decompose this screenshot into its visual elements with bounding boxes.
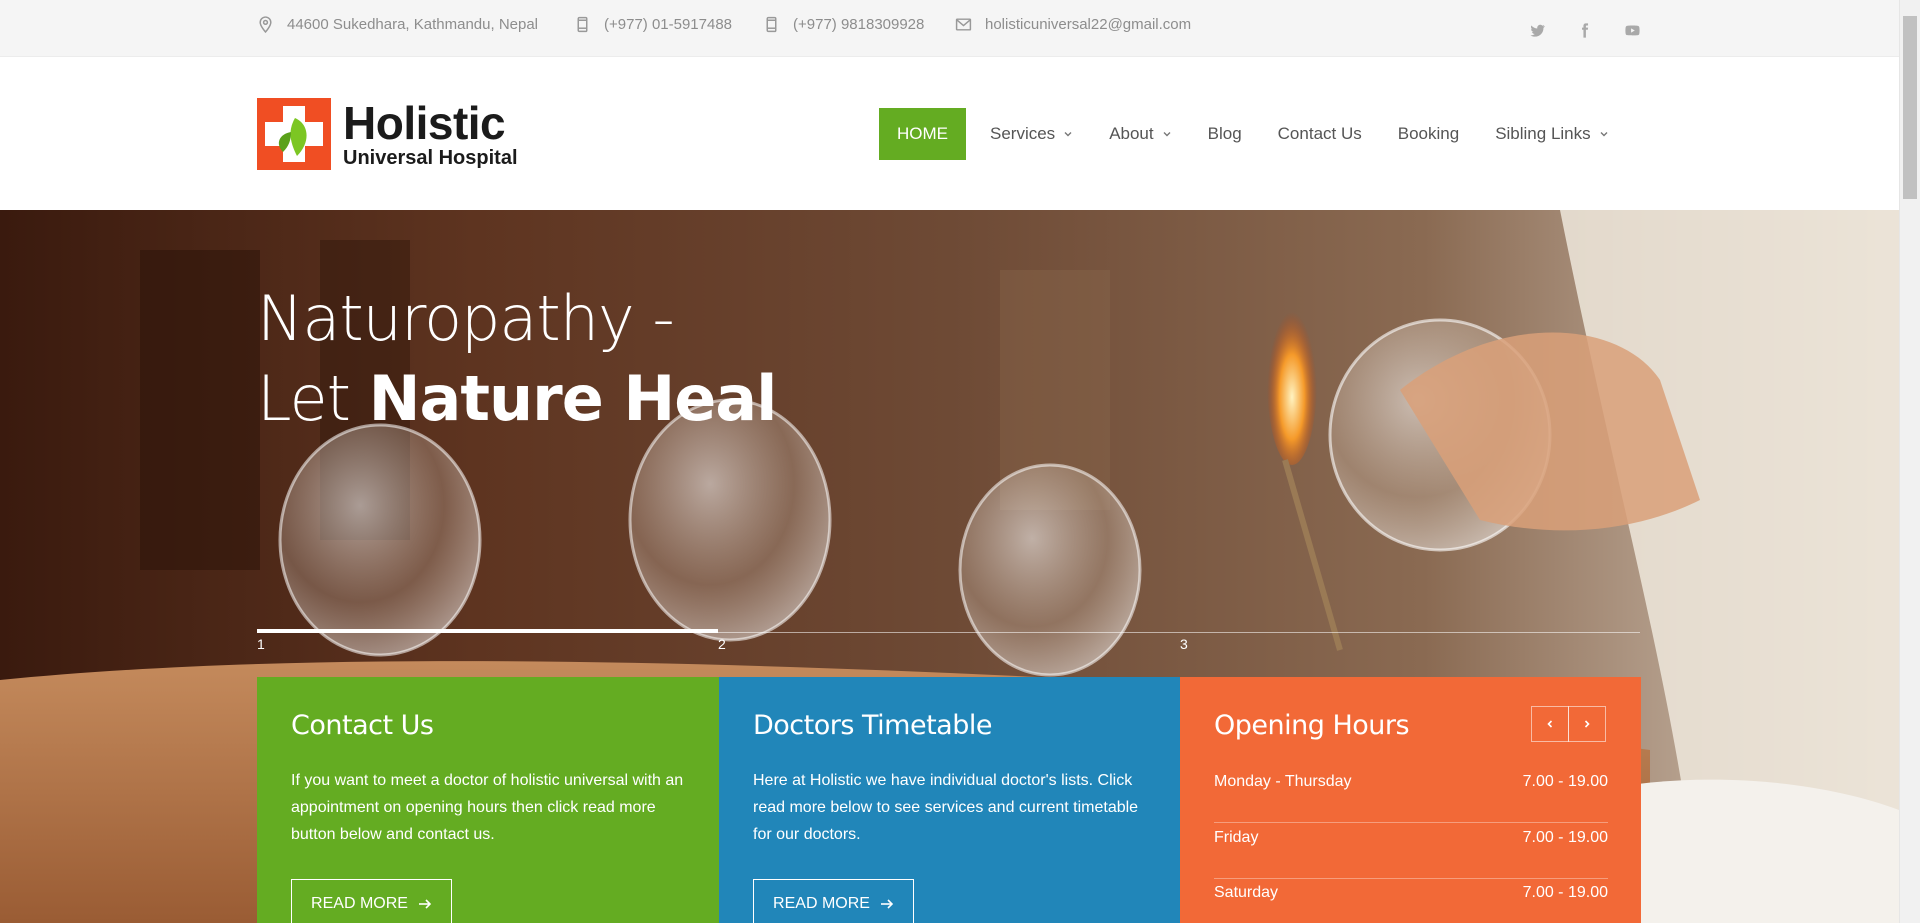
timetable-read-more-label: READ MORE <box>773 895 870 912</box>
nav-sibling-label: Sibling Links <box>1495 124 1591 143</box>
hours-next-button[interactable] <box>1568 706 1606 742</box>
phone-icon <box>577 16 588 33</box>
timetable-box-title: Doctors Timetable <box>753 710 992 741</box>
chevron-down-icon <box>1163 132 1171 137</box>
page-scrollbar[interactable] <box>1899 0 1920 923</box>
nav-home[interactable]: HOME <box>879 108 966 160</box>
location-pin-icon <box>259 16 272 33</box>
contact-read-more-label: READ MORE <box>311 895 408 912</box>
timetable-read-more-button[interactable]: READ MORE <box>753 879 914 923</box>
timetable-box-text: Here at Holistic we have individual doct… <box>753 772 1139 843</box>
slider-progress-bar <box>257 629 718 633</box>
chevron-left-icon <box>1547 720 1553 728</box>
hero-title-line1: Naturopathy - <box>257 282 675 355</box>
logo-name: Holistic <box>343 97 506 149</box>
nav-blog-label: Blog <box>1207 124 1242 143</box>
nav-blog[interactable]: Blog <box>1190 108 1260 160</box>
email-text[interactable]: holisticuniversal22@gmail.com <box>985 16 1191 33</box>
phone1-text[interactable]: (+977) 01-5917488 <box>604 16 732 33</box>
nav-booking-label: Booking <box>1397 124 1460 143</box>
hero-title: Naturopathy - Let Nature Heal <box>257 279 778 439</box>
contact-read-more-button[interactable]: READ MORE <box>291 879 452 923</box>
twitter-icon[interactable] <box>1527 20 1547 40</box>
hours-row: Saturday 7.00 - 19.00 <box>1214 879 1608 923</box>
nav-services-label: Services <box>990 124 1056 143</box>
hero-title-line2-bold: Nature Heal <box>368 362 778 435</box>
hours-day: Friday <box>1214 829 1259 846</box>
nav-contact-label: Contact Us <box>1277 124 1362 143</box>
phone2-text[interactable]: (+977) 9818309928 <box>793 16 924 33</box>
logo-subtitle: Universal Hospital <box>343 147 518 169</box>
nav-home-label: HOME <box>897 124 948 143</box>
contact-box-title: Contact Us <box>291 710 434 741</box>
opening-hours-box: Opening Hours Monday - Thursday 7.00 - 1… <box>1180 677 1641 923</box>
hero-title-line2-light: Let <box>257 362 369 435</box>
email-info[interactable]: holisticuniversal22@gmail.com <box>955 0 1191 49</box>
doctors-timetable-box: Doctors Timetable Here at Holistic we ha… <box>719 677 1180 923</box>
nav-about[interactable]: About <box>1091 108 1189 160</box>
phone-icon <box>766 16 777 33</box>
hours-day: Saturday <box>1214 884 1279 901</box>
chevron-right-icon <box>1584 720 1590 728</box>
holistic-logo-icon <box>257 98 331 170</box>
address-info: 44600 Sukedhara, Kathmandu, Nepal <box>257 0 538 49</box>
hours-time: 7.00 - 19.00 <box>1522 829 1608 846</box>
arrow-right-icon <box>880 899 894 909</box>
contact-us-box: Contact Us If you want to meet a doctor … <box>257 677 719 923</box>
hours-time: 7.00 - 19.00 <box>1522 773 1608 790</box>
youtube-icon[interactable] <box>1622 20 1642 40</box>
phone1-info[interactable]: (+977) 01-5917488 <box>574 0 732 49</box>
site-logo[interactable]: Holistic Universal Hospital <box>257 97 527 171</box>
nav-services[interactable]: Services <box>972 108 1091 160</box>
main-nav: HOME Services About Blog Contact Us Book… <box>879 108 1627 160</box>
nav-sibling-links[interactable]: Sibling Links <box>1477 108 1626 160</box>
scrollbar-thumb[interactable] <box>1903 16 1917 199</box>
arrow-right-icon <box>418 899 432 909</box>
nav-contact-us[interactable]: Contact Us <box>1260 108 1380 160</box>
hours-time: 7.00 - 19.00 <box>1522 884 1608 901</box>
mail-icon <box>955 18 972 31</box>
hours-row: Friday 7.00 - 19.00 <box>1214 824 1608 879</box>
address-text: 44600 Sukedhara, Kathmandu, Nepal <box>287 16 539 33</box>
top-info-bar: 44600 Sukedhara, Kathmandu, Nepal (+977)… <box>0 0 1899 57</box>
site-header: Holistic Universal Hospital HOME Service… <box>0 57 1899 210</box>
chevron-down-icon <box>1064 132 1072 137</box>
hours-prev-button[interactable] <box>1531 706 1569 742</box>
hours-row: Monday - Thursday 7.00 - 19.00 <box>1214 768 1608 823</box>
nav-about-label: About <box>1109 124 1154 143</box>
slide-tab-2[interactable]: 2 <box>718 636 726 652</box>
phone2-info[interactable]: (+977) 9818309928 <box>763 0 924 49</box>
contact-box-text: If you want to meet a doctor of holistic… <box>291 772 684 843</box>
chevron-down-icon <box>1600 132 1608 137</box>
nav-booking[interactable]: Booking <box>1380 108 1477 160</box>
slide-tab-3[interactable]: 3 <box>1180 636 1188 652</box>
slide-tab-1[interactable]: 1 <box>257 636 265 652</box>
hours-day: Monday - Thursday <box>1214 773 1352 790</box>
facebook-icon[interactable] <box>1574 20 1594 40</box>
